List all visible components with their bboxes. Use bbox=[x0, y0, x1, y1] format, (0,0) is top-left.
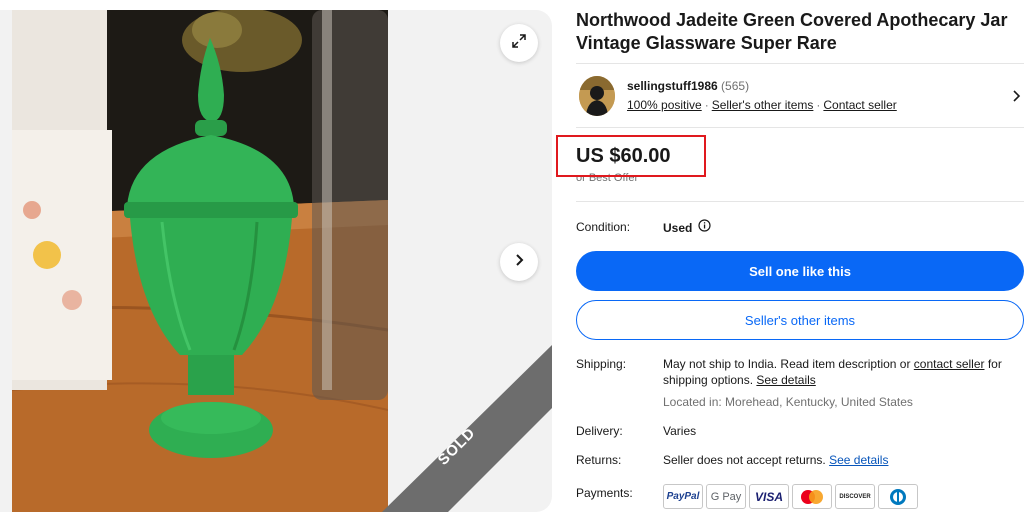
condition-value-group: Used bbox=[663, 219, 711, 236]
next-image-button[interactable] bbox=[500, 243, 538, 281]
shipping-label: Shipping: bbox=[576, 357, 627, 371]
shipping-see-details-link[interactable]: See details bbox=[756, 373, 815, 387]
discover-icon: DISCOVER bbox=[835, 484, 875, 509]
payments-label: Payments: bbox=[576, 486, 633, 500]
condition-label: Condition: bbox=[576, 220, 631, 234]
paypal-icon: PayPal bbox=[663, 484, 703, 509]
product-photo[interactable] bbox=[12, 10, 388, 512]
payment-methods: PayPal G Pay VISA DISCOVER bbox=[663, 484, 918, 509]
separator: · bbox=[704, 98, 709, 112]
delivery-label: Delivery: bbox=[576, 424, 623, 438]
seller-avatar[interactable] bbox=[579, 76, 615, 116]
info-icon[interactable] bbox=[698, 219, 711, 236]
returns-text: Seller does not accept returns. bbox=[663, 453, 830, 467]
chevron-right-icon[interactable] bbox=[1012, 89, 1022, 108]
returns-see-details-link[interactable]: See details bbox=[829, 453, 888, 467]
divider bbox=[576, 127, 1024, 128]
seller-links: 100% positive · Seller's other items · Conta… bbox=[627, 98, 897, 112]
returns-info: Seller does not accept returns. See deta… bbox=[663, 452, 888, 468]
diners-club-icon bbox=[878, 484, 918, 509]
google-pay-icon: G Pay bbox=[706, 484, 746, 509]
sell-one-like-this-button[interactable]: Sell one like this bbox=[576, 251, 1024, 291]
listing-title: Northwood Jadeite Green Covered Apotheca… bbox=[576, 10, 1008, 53]
expand-icon bbox=[511, 33, 527, 54]
divider bbox=[576, 201, 1024, 202]
chevron-right-icon bbox=[512, 253, 526, 272]
separator: · bbox=[816, 98, 821, 112]
shipping-text: May not ship to India. Read item descrip… bbox=[663, 357, 914, 371]
seller-feedback-count: (565) bbox=[721, 79, 750, 93]
divider bbox=[576, 63, 1024, 64]
sold-label: SOLD bbox=[434, 424, 479, 469]
sellers-other-items-button[interactable]: Seller's other items bbox=[576, 300, 1024, 340]
mastercard-icon bbox=[792, 484, 832, 509]
returns-label: Returns: bbox=[576, 453, 622, 467]
shipping-info: May not ship to India. Read item descrip… bbox=[663, 356, 1013, 388]
expand-image-button[interactable] bbox=[500, 24, 538, 62]
seller-name-line: sellingstuff1986 (565) bbox=[627, 79, 749, 93]
visa-icon: VISA bbox=[749, 484, 789, 509]
contact-seller-link[interactable]: Contact seller bbox=[823, 98, 896, 112]
seller-name[interactable]: sellingstuff1986 bbox=[627, 79, 718, 93]
price-highlight-box bbox=[556, 135, 706, 177]
positive-feedback-link[interactable]: 100% positive bbox=[627, 98, 702, 112]
listing-details-panel: Northwood Jadeite Green Covered Apotheca… bbox=[556, 0, 1024, 522]
seller-card[interactable]: sellingstuff1986 (565) 100% positive · Sel… bbox=[576, 76, 1024, 118]
item-location: Located in: Morehead, Kentucky, United S… bbox=[663, 395, 913, 409]
delivery-value: Varies bbox=[663, 424, 697, 438]
image-gallery: SOLD bbox=[0, 10, 552, 512]
condition-value: Used bbox=[663, 220, 693, 235]
contact-seller-link[interactable]: contact seller bbox=[914, 357, 985, 371]
sellers-other-items-link[interactable]: Seller's other items bbox=[712, 98, 814, 112]
